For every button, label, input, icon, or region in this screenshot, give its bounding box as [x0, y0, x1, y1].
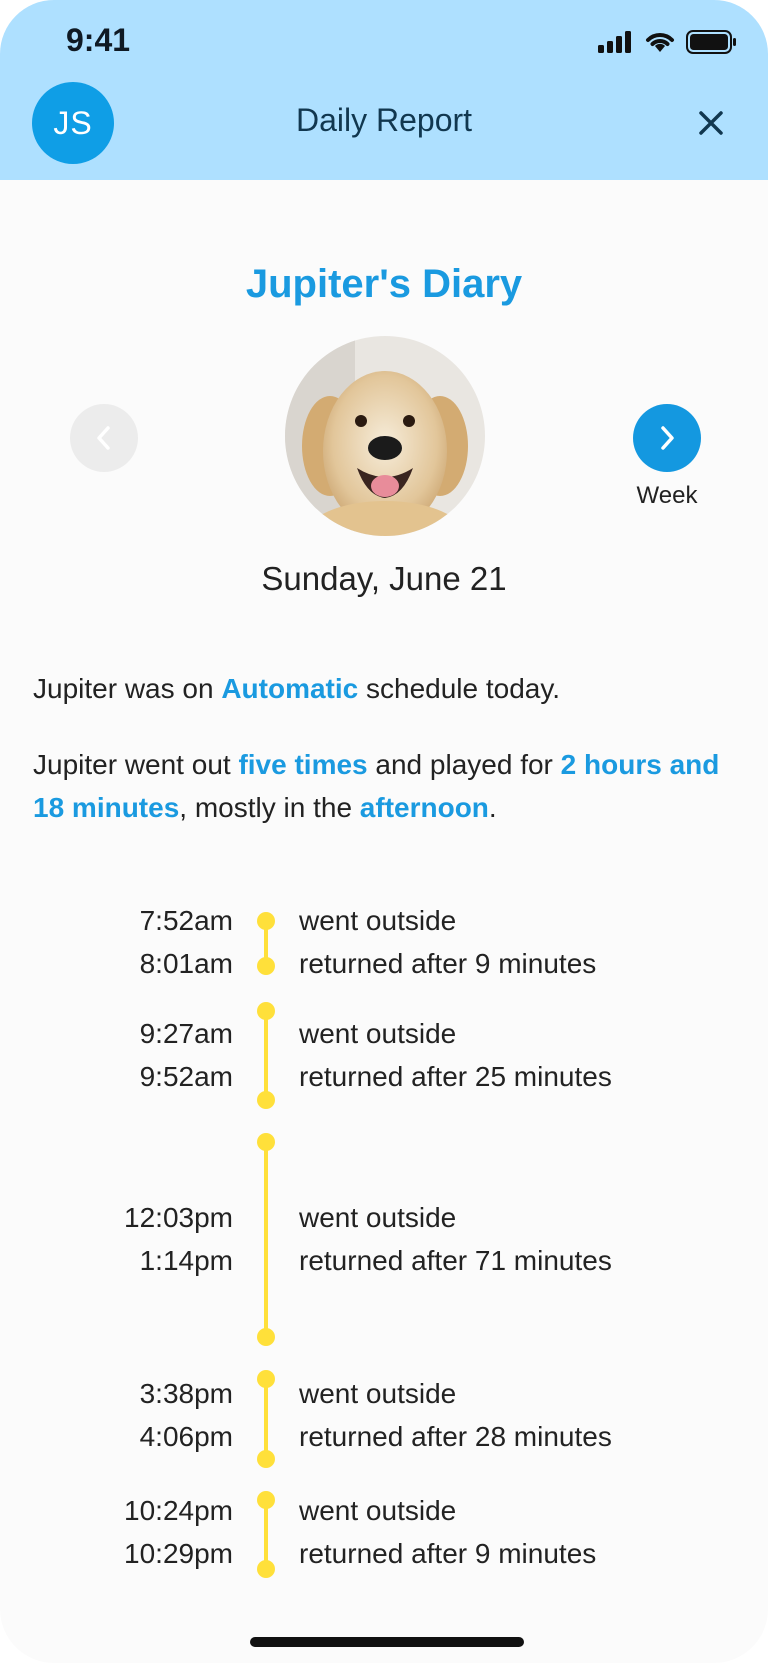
timeline-bar	[264, 1142, 268, 1336]
timeline-dot	[257, 1328, 275, 1346]
summary-text: .	[488, 792, 497, 823]
out-event: went outside	[299, 1378, 457, 1409]
timeline-dot	[257, 1491, 275, 1509]
page-title: Daily Report	[295, 102, 473, 138]
in-time: 9:52am	[139, 1061, 233, 1092]
timeline-bar	[264, 1500, 268, 1569]
chevron-left-icon	[97, 426, 110, 450]
summary-text: schedule today.	[358, 673, 561, 704]
status-icons	[598, 30, 738, 54]
timeline-dot	[257, 1450, 275, 1468]
dog-photo	[285, 336, 485, 536]
in-event: returned after 28 minutes	[299, 1421, 612, 1452]
in-event: returned after 9 minutes	[299, 1538, 597, 1569]
battery-icon	[686, 30, 736, 54]
in-event: returned after 71 minutes	[299, 1245, 612, 1276]
in-event: returned after 25 minutes	[299, 1061, 612, 1092]
home-indicator[interactable]	[250, 1637, 524, 1647]
activity-summary: Jupiter went out five times and played f…	[33, 743, 733, 829]
outing-count: five times	[238, 749, 368, 780]
signal-icon	[598, 31, 631, 53]
status-time: 9:41	[66, 22, 131, 58]
summary-text: Jupiter went out	[33, 749, 239, 780]
in-time: 10:29pm	[124, 1538, 233, 1569]
header: 9:41 JS Daily Report	[0, 0, 768, 180]
next-week-button[interactable]	[633, 404, 701, 472]
week-label: Week	[636, 482, 698, 509]
close-icon	[699, 111, 723, 135]
out-time: 10:24pm	[124, 1495, 233, 1526]
time-of-day: afternoon	[359, 792, 489, 823]
in-event: returned after 9 minutes	[299, 948, 597, 979]
out-time: 3:38pm	[139, 1378, 233, 1409]
diary-date: Sunday, June 21	[261, 560, 507, 597]
app-screen: 9:41 JS Daily Report Jupiter's Diary Wee…	[0, 0, 768, 1663]
timeline-dot	[257, 1560, 275, 1578]
out-event: went outside	[299, 1202, 457, 1233]
summary-text: Jupiter was on	[33, 673, 222, 704]
out-event: went outside	[299, 1018, 457, 1049]
in-time: 4:06pm	[139, 1421, 233, 1452]
timeline-bar	[264, 1011, 268, 1099]
diary-title: Jupiter's Diary	[245, 262, 523, 306]
out-time: 7:52am	[139, 905, 233, 936]
out-time: 9:27am	[139, 1018, 233, 1049]
timeline-dot	[257, 1370, 275, 1388]
close-button[interactable]	[694, 106, 728, 140]
wifi-icon	[646, 33, 674, 52]
schedule-mode: Automatic	[221, 673, 359, 704]
previous-day-button[interactable]	[70, 404, 138, 472]
out-event: went outside	[299, 1495, 457, 1526]
timeline-dot	[257, 912, 275, 930]
timeline-dot	[257, 1002, 275, 1020]
summary-text: and played for	[367, 749, 561, 780]
timeline-dot	[257, 1133, 275, 1151]
schedule-summary: Jupiter was on Automatic schedule today.	[33, 667, 733, 710]
in-time: 8:01am	[139, 948, 233, 979]
out-event: went outside	[299, 905, 457, 936]
chevron-right-icon	[661, 426, 674, 450]
summary-text: , mostly in the	[179, 792, 360, 823]
timeline-dot	[257, 1091, 275, 1109]
timeline-dot	[257, 957, 275, 975]
out-time: 12:03pm	[124, 1202, 233, 1233]
timeline-bar	[264, 1379, 268, 1459]
in-time: 1:14pm	[139, 1245, 233, 1276]
